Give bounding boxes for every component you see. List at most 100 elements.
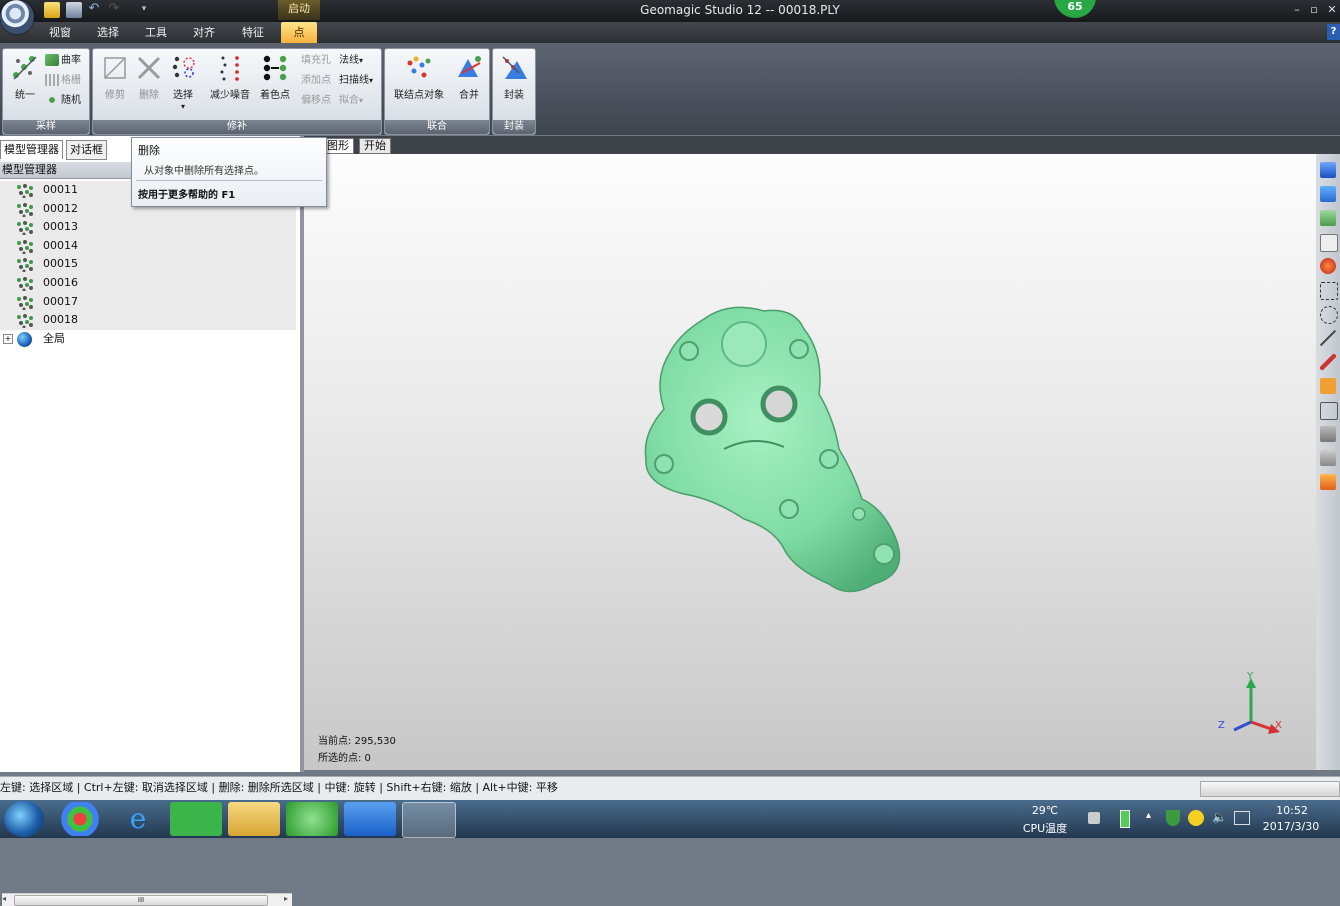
tab-start[interactable]: 开始 (359, 138, 391, 154)
curvature-button[interactable]: 曲率 (45, 52, 81, 70)
select-points-icon (168, 53, 198, 83)
grid-button[interactable]: 格栅 (45, 72, 81, 90)
status-bar: 左键: 选择区域 | Ctrl+左键: 取消选择区域 | 删除: 删除所选区域 … (0, 776, 1340, 801)
tree-item[interactable]: 00016 (0, 274, 296, 293)
maximize-button[interactable]: ▫ (1306, 2, 1322, 18)
new-file-icon[interactable] (44, 2, 60, 18)
random-button[interactable]: 随机 (45, 92, 81, 110)
select-dropdown-icon: ▾ (180, 102, 185, 111)
view-front-icon[interactable] (1320, 162, 1336, 178)
undo-icon[interactable]: ↶ (86, 2, 102, 18)
tab-model-manager[interactable]: 模型管理器 (0, 140, 63, 159)
lasso-select-icon[interactable] (1320, 306, 1338, 324)
point-cloud-icon (16, 221, 34, 236)
tree-item-label: 00016 (43, 276, 78, 289)
geomagic-taskbar-icon[interactable] (402, 802, 456, 838)
tray-expand-icon[interactable]: ▴ (1146, 810, 1151, 821)
brush-select-icon[interactable] (1320, 354, 1336, 370)
tree-item[interactable]: 00014 (0, 236, 296, 256)
tab-features[interactable]: 特征 (232, 22, 274, 43)
fit-view-icon[interactable] (1320, 210, 1336, 226)
tab-points[interactable]: 点 (281, 22, 317, 43)
browser-360-icon[interactable] (286, 802, 338, 836)
tree-item-global[interactable]: + 全局 (0, 330, 296, 349)
trim-label: 修剪 (105, 90, 125, 101)
application-menu-button[interactable] (0, 0, 34, 34)
taskbar-app-icon[interactable] (54, 802, 106, 836)
select-button[interactable]: 选择 ▾ (163, 53, 203, 112)
security-shield-icon[interactable] (1166, 810, 1180, 826)
scan-lines-button[interactable]: 扫描线▾ (339, 72, 373, 90)
battery-icon[interactable] (1120, 810, 1130, 828)
rect-select-icon[interactable] (1320, 282, 1338, 300)
zoom-icon[interactable] (1320, 234, 1338, 252)
help-button[interactable]: ? (1327, 24, 1340, 40)
tree-item[interactable]: 00013 (0, 218, 296, 237)
tab-dialog[interactable]: 对话框 (66, 140, 107, 160)
tab-align[interactable]: 对齐 (184, 22, 224, 43)
clock-time[interactable]: 10:52 (1262, 804, 1322, 817)
fit-button[interactable]: 拟合▾ (339, 92, 363, 110)
ie-browser-icon[interactable]: e (112, 802, 164, 836)
tree-item[interactable]: 00018 (0, 311, 296, 330)
scanned-part-model (644, 306, 901, 593)
color-points-label: 着色点 (260, 90, 290, 101)
video-app-icon[interactable] (170, 802, 222, 836)
minimize-button[interactable]: – (1289, 2, 1305, 18)
clock-date[interactable]: 2017/3/30 (1258, 820, 1324, 833)
3d-viewport[interactable]: 当前点: 295,530 所选的点: 0 Y X Z (304, 154, 1316, 770)
quick-access-dropdown-icon[interactable]: ▾ (136, 2, 152, 18)
status-hint-text: 左键: 选择区域 | Ctrl+左键: 取消选择区域 | 删除: 删除所选区域 … (0, 781, 558, 794)
group-repair: 修剪 删除 选择 ▾ 减少噪音 着色点 填充孔 添加点 偏移点 法线▾ 扫描线▾ … (92, 48, 382, 135)
context-tab-startup[interactable]: 启动 (278, 0, 320, 20)
reduce-noise-button[interactable]: 减少噪音 (205, 53, 255, 101)
add-points-button[interactable]: 添加点 (301, 72, 331, 90)
line-select-icon[interactable] (1320, 330, 1336, 346)
save-icon[interactable] (66, 2, 82, 18)
wrap-button[interactable]: 封装 (494, 53, 534, 101)
tree-item[interactable]: 00017 (0, 292, 296, 312)
redo-icon[interactable]: ↷ (106, 2, 122, 18)
tab-select[interactable]: 选择 (88, 22, 128, 43)
keyboard-icon[interactable] (1088, 812, 1100, 824)
network-icon[interactable] (1234, 811, 1250, 825)
fill-holes-button[interactable]: 填充孔 (301, 52, 331, 70)
join-objects-button[interactable]: 联结点对象 (391, 53, 447, 101)
scroll-left-icon[interactable]: ◂ (2, 894, 6, 903)
view-iso-icon[interactable] (1320, 186, 1336, 202)
scroll-right-icon[interactable]: ▸ (284, 894, 288, 903)
unify-icon (10, 53, 40, 83)
horizontal-scrollbar[interactable]: ◂ III ▸ (2, 893, 292, 906)
join-objects-label: 联结点对象 (394, 90, 444, 101)
tree-item[interactable]: 00015 (0, 255, 296, 274)
render-icon[interactable] (1320, 258, 1336, 274)
wps-writer-icon[interactable] (344, 802, 396, 836)
custom-region-icon[interactable] (1320, 378, 1336, 394)
normals-button[interactable]: 法线▾ (339, 52, 363, 70)
tray-plus-icon[interactable] (1188, 810, 1204, 826)
color-points-button[interactable]: 着色点 (255, 53, 295, 101)
merge-button[interactable]: 合并 (449, 53, 489, 101)
scroll-thumb[interactable]: III (14, 895, 268, 906)
tab-tools[interactable]: 工具 (136, 22, 176, 43)
file-explorer-icon[interactable] (228, 802, 280, 836)
close-button[interactable]: ✕ (1324, 2, 1340, 18)
group-label-repair: 修补 (93, 120, 381, 134)
wrap-label: 封装 (504, 90, 524, 101)
tab-view[interactable]: 视窗 (40, 22, 80, 43)
start-button[interactable] (4, 801, 44, 837)
notification-badge[interactable]: 65 (1054, 0, 1096, 18)
grid-icon (45, 74, 59, 86)
offset-points-button[interactable]: 偏移点 (301, 92, 331, 110)
cpu-temp-label: CPU温度 (1022, 822, 1068, 835)
expand-icon[interactable]: + (3, 334, 13, 344)
settings-icon[interactable] (1320, 474, 1336, 490)
polyline-select-icon[interactable] (1320, 402, 1338, 420)
tree-item-label: 00018 (43, 313, 78, 327)
volume-icon[interactable]: 🔈 (1212, 810, 1227, 824)
tree-item-label: 00015 (43, 257, 78, 271)
layer-icon[interactable] (1320, 426, 1336, 442)
unify-button[interactable]: 统一 (5, 53, 45, 101)
layer-alt-icon[interactable] (1320, 450, 1336, 466)
color-points-icon (260, 53, 290, 83)
